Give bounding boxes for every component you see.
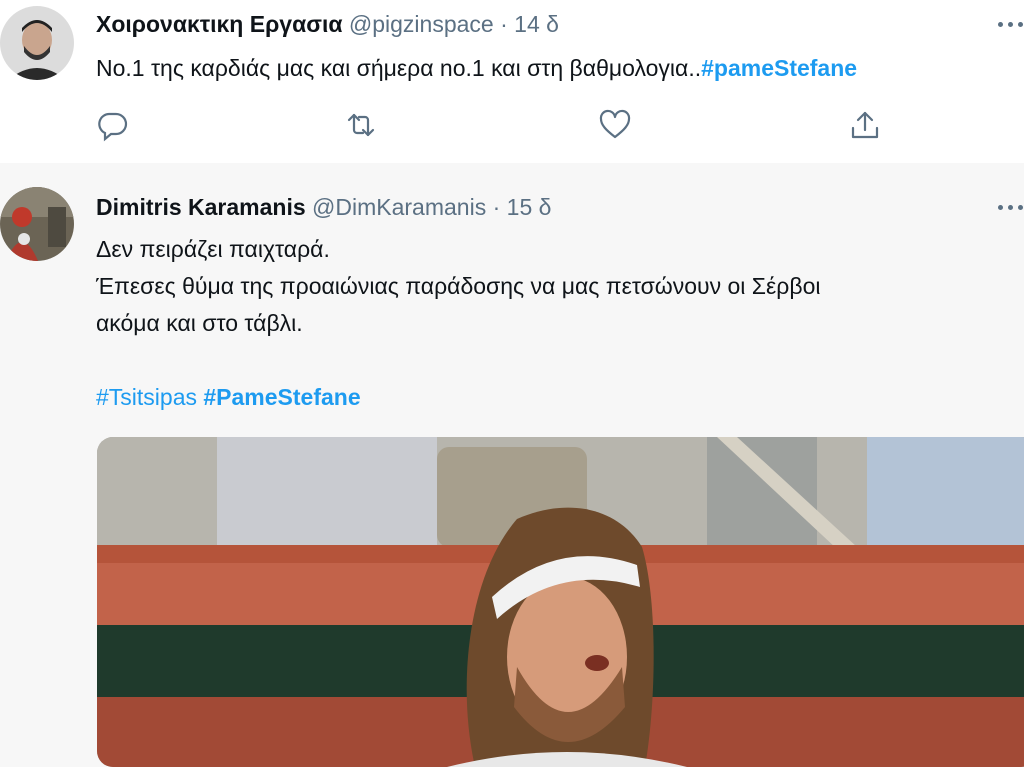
- user-handle[interactable]: @DimKaramanis: [312, 194, 486, 220]
- tweet-header: Χοιρονακτικη Εργασια @pigzinspace · 14 δ: [96, 11, 559, 38]
- separator: ·: [500, 11, 508, 37]
- tweet-text-line-3: ακόμα και στο τάβλι.: [96, 310, 303, 336]
- user-avatar[interactable]: [0, 6, 74, 80]
- display-name[interactable]: Dimitris Karamanis: [96, 194, 306, 220]
- more-options-icon[interactable]: [996, 14, 1024, 34]
- tweet-photo[interactable]: [97, 437, 1024, 767]
- display-name[interactable]: Χοιρονακτικη Εργασια: [96, 11, 343, 37]
- tweet-text-lead: No.1 της καρδιάς μας και σήμερα no.1 και…: [96, 55, 702, 81]
- more-options-icon[interactable]: [996, 197, 1024, 217]
- timestamp[interactable]: 14 δ: [514, 11, 559, 37]
- retweet-icon[interactable]: [344, 108, 378, 142]
- reply-icon[interactable]: [96, 108, 130, 142]
- tweet-hashtags: #Tsitsipas #PameStefane: [96, 379, 361, 416]
- separator: ·: [492, 194, 501, 220]
- tweet-1[interactable]: Χοιρονακτικη Εργασια @pigzinspace · 14 δ…: [0, 0, 1024, 163]
- hashtag-link-tsitsipas[interactable]: #Tsitsipas: [96, 384, 197, 410]
- share-icon[interactable]: [848, 108, 882, 142]
- like-icon[interactable]: [598, 108, 632, 142]
- tennis-player-photo: [97, 437, 1024, 767]
- avatar-image-2: [0, 187, 74, 261]
- tweet-actions: [96, 108, 896, 142]
- user-avatar[interactable]: [0, 187, 74, 261]
- hashtag-link[interactable]: #pameStefane: [701, 55, 857, 81]
- tweet-2[interactable]: Dimitris Karamanis @DimKaramanis · 15 δ …: [0, 163, 1024, 767]
- user-handle[interactable]: @pigzinspace: [349, 11, 494, 37]
- hashtag-link-pamestefane[interactable]: #PameStefane: [203, 384, 360, 410]
- tweet-header: Dimitris Karamanis @DimKaramanis · 15 δ: [96, 194, 551, 221]
- timestamp[interactable]: 15 δ: [507, 194, 552, 220]
- avatar-image-1: [0, 6, 74, 80]
- tweet-text-line-2: Έπεσες θύμα της προαιώνιας παράδοσης να …: [96, 273, 821, 299]
- tweet-text: No.1 της καρδιάς μας και σήμερα no.1 και…: [96, 50, 857, 87]
- tweet-text-line-1: Δεν πειράζει παιχταρά.: [96, 236, 330, 262]
